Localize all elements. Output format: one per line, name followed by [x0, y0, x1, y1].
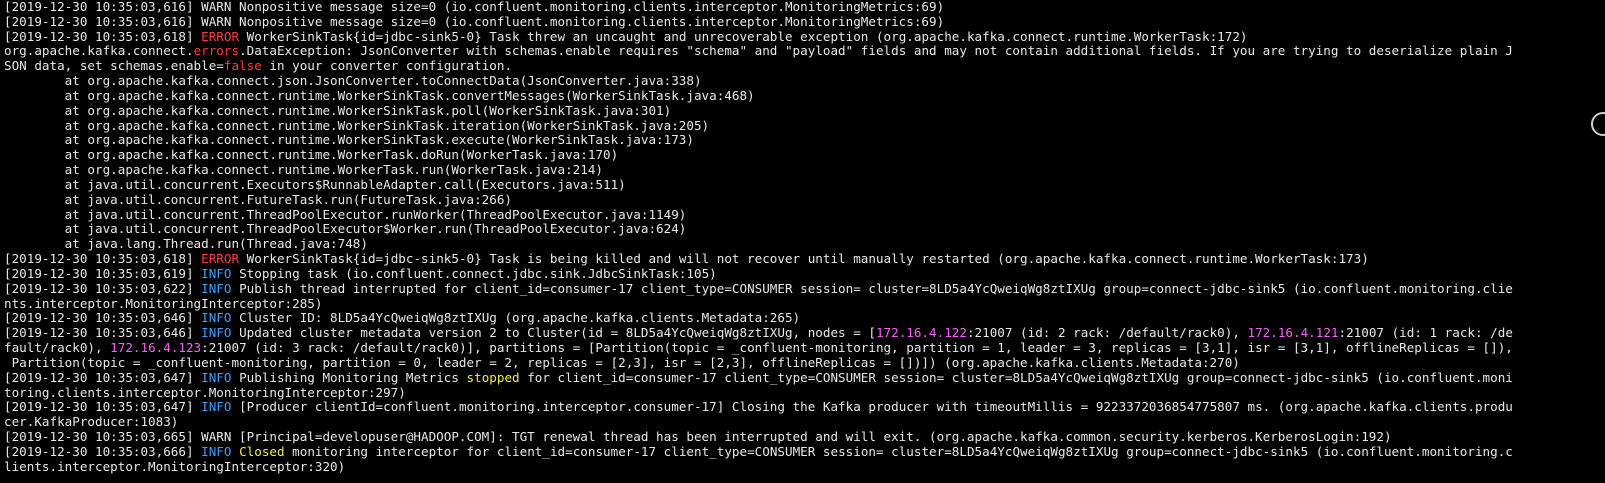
log-text: [2019-12-30 10:35:03,619]: [4, 265, 202, 281]
log-text: [2019-12-30 10:35:03,647]: [4, 369, 202, 385]
log-line: at java.util.concurrent.Executors$Runnab…: [4, 176, 1564, 193]
log-text: at java.lang.Thread.run(Thread.java:748): [4, 236, 368, 252]
log-highlight-error: ERROR: [201, 251, 240, 267]
log-text: cer.KafkaProducer:1083): [4, 414, 179, 430]
log-line: at org.apache.kafka.connect.runtime.Work…: [4, 102, 1564, 119]
log-text: at org.apache.kafka.connect.runtime.Work…: [4, 162, 603, 178]
log-text: :21007 (id: 2 rack: /default/rack0),: [966, 325, 1248, 341]
log-highlight-ip: 172.16.4.121: [1247, 325, 1339, 341]
log-line: at org.apache.kafka.connect.runtime.Work…: [4, 162, 1564, 178]
log-text: [2019-12-30 10:35:03,618]: [4, 251, 202, 267]
log-text: org.apache.kafka.connect.: [4, 43, 194, 59]
log-highlight-info: INFO: [201, 280, 232, 296]
log-line: [2019-12-30 10:35:03,622] INFO Publish t…: [4, 280, 1564, 297]
log-text: at java.util.concurrent.FutureTask.run(F…: [4, 191, 512, 207]
log-text: monitoring interceptor for client_id=con…: [284, 443, 1513, 459]
log-highlight-error: errors: [193, 43, 240, 59]
log-highlight-info: INFO: [201, 310, 232, 326]
log-text: at java.util.concurrent.ThreadPoolExecut…: [4, 206, 687, 222]
log-line: cer.KafkaProducer:1083): [4, 414, 1564, 430]
log-text: at org.apache.kafka.connect.runtime.Work…: [4, 117, 710, 133]
log-text: [2019-12-30 10:35:03,647]: [4, 399, 202, 415]
log-text: WorkerSinkTask{id=jdbc-sink5-0} Task is …: [239, 251, 1369, 267]
log-text: WorkerSinkTask{id=jdbc-sink5-0} Task thr…: [239, 28, 1248, 44]
log-text: in your converter configuration.: [261, 58, 513, 74]
log-line: at java.util.concurrent.FutureTask.run(F…: [4, 191, 1564, 208]
log-line: [2019-12-30 10:35:03,618] ERROR WorkerSi…: [4, 251, 1564, 267]
log-text: at org.apache.kafka.connect.runtime.Work…: [4, 132, 694, 148]
log-text: .DataException: JsonConverter with schem…: [239, 43, 1513, 59]
log-text: at org.apache.kafka.connect.json.JsonCon…: [4, 73, 702, 89]
log-line: Partition(topic = _confluent-monitoring,…: [4, 354, 1564, 371]
log-line: [2019-12-30 10:35:03,647] INFO Publishin…: [4, 369, 1564, 386]
log-text: [2019-12-30 10:35:03,666]: [4, 443, 202, 459]
log-text: Stopping task (io.confluent.connect.jdbc…: [231, 265, 717, 281]
log-highlight-info: INFO: [201, 325, 232, 341]
log-highlight-info: INFO: [201, 369, 232, 385]
log-text: at org.apache.kafka.connect.runtime.Work…: [4, 87, 755, 103]
log-text: [2019-12-30 10:35:03,622]: [4, 280, 202, 296]
log-highlight-error: ERROR: [201, 28, 240, 44]
log-highlight-yellow: Closed: [239, 443, 285, 459]
log-line: [2019-12-30 10:35:03,666] INFO Closed mo…: [4, 443, 1564, 460]
log-line: at org.apache.kafka.connect.json.JsonCon…: [4, 73, 1564, 89]
log-text: [2019-12-30 10:35:03,618]: [4, 28, 202, 44]
log-highlight-yellow: stopped: [466, 369, 520, 385]
log-line: at org.apache.kafka.connect.runtime.Work…: [4, 117, 1564, 134]
log-text: at org.apache.kafka.connect.runtime.Work…: [4, 102, 672, 118]
log-line: lients.interceptor.MonitoringInterceptor…: [4, 458, 1564, 475]
log-line: toring.clients.interceptor.MonitoringInt…: [4, 384, 1564, 401]
log-text: fault/rack0),: [4, 340, 111, 356]
log-text: [Producer clientId=confluent.monitoring.…: [231, 399, 1513, 415]
log-line: [2019-12-30 10:35:03,618] ERROR WorkerSi…: [4, 28, 1564, 45]
log-line: at java.util.concurrent.ThreadPoolExecut…: [4, 206, 1564, 223]
log-text: Publishing Monitoring Metrics: [231, 369, 467, 385]
log-highlight-error: false: [223, 58, 262, 74]
log-text: lients.interceptor.MonitoringInterceptor…: [4, 458, 346, 474]
log-highlight-info: INFO: [201, 443, 232, 459]
log-text: [2019-12-30 10:35:03,616] WARN Nonpositi…: [4, 13, 945, 29]
log-line: SON data, set schemas.enable=false in yo…: [4, 58, 1564, 74]
log-text: at org.apache.kafka.connect.runtime.Work…: [4, 147, 619, 163]
log-highlight-ip: 172.16.4.123: [110, 340, 202, 356]
log-line: at org.apache.kafka.connect.runtime.Work…: [4, 87, 1564, 104]
log-line: [2019-12-30 10:35:03,647] INFO [Producer…: [4, 399, 1564, 415]
log-line: fault/rack0), 172.16.4.123:21007 (id: 3 …: [4, 340, 1564, 356]
log-text: :21007 (id: 3 rack: /default/rack0)], pa…: [201, 340, 1513, 356]
terminal-output[interactable]: [2019-12-30 10:35:03,616] WARN Nonpositi…: [4, 0, 1564, 483]
log-text: toring.clients.interceptor.MonitoringInt…: [4, 384, 406, 400]
log-text: Updated cluster metadata version 2 to Cl…: [231, 325, 876, 341]
log-text: for client_id=consumer-17 client_type=CO…: [519, 369, 1513, 385]
log-line: [2019-12-30 10:35:03,616] WARN Nonpositi…: [4, 13, 1564, 30]
log-text: [2019-12-30 10:35:03,665] WARN [Principa…: [4, 429, 1392, 445]
log-text: Publish thread interrupted for client_id…: [231, 280, 1513, 296]
log-line: [2019-12-30 10:35:03,665] WARN [Principa…: [4, 429, 1564, 445]
log-text: Partition(topic = _confluent-monitoring,…: [4, 354, 1240, 370]
log-text: at java.util.concurrent.Executors$Runnab…: [4, 176, 626, 192]
log-line: org.apache.kafka.connect.errors.DataExce…: [4, 44, 1564, 59]
log-text: at java.util.concurrent.ThreadPoolExecut…: [4, 221, 687, 237]
log-line: at org.apache.kafka.connect.runtime.Work…: [4, 147, 1564, 163]
log-line: at java.lang.Thread.run(Thread.java:748): [4, 236, 1564, 252]
log-highlight-ip: 172.16.4.122: [875, 325, 967, 341]
log-line: nts.interceptor.MonitoringInterceptor:28…: [4, 295, 1564, 312]
log-text: SON data, set schemas.enable=: [4, 58, 224, 74]
log-line: [2019-12-30 10:35:03,619] INFO Stopping …: [4, 265, 1564, 282]
log-text: Cluster ID: 8LD5a4YcQweiqWg8ztIXUg (org.…: [231, 310, 801, 326]
log-line: [2019-12-30 10:35:03,646] INFO Cluster I…: [4, 310, 1564, 326]
log-line: [2019-12-30 10:35:03,616] WARN Nonpositi…: [4, 0, 1564, 15]
log-text: :21007 (id: 1 rack: /de: [1338, 325, 1513, 341]
log-text: [2019-12-30 10:35:03,616] WARN Nonpositi…: [4, 0, 945, 14]
log-highlight-info: INFO: [201, 399, 232, 415]
log-highlight-info: INFO: [201, 265, 232, 281]
log-text: [2019-12-30 10:35:03,646]: [4, 310, 202, 326]
log-text: [2019-12-30 10:35:03,646]: [4, 325, 202, 341]
log-line: [2019-12-30 10:35:03,646] INFO Updated c…: [4, 325, 1564, 341]
log-line: at org.apache.kafka.connect.runtime.Work…: [4, 133, 1564, 148]
log-line: at java.util.concurrent.ThreadPoolExecut…: [4, 222, 1564, 237]
log-text: nts.interceptor.MonitoringInterceptor:28…: [4, 295, 323, 311]
scroll-handle[interactable]: [1591, 112, 1605, 136]
